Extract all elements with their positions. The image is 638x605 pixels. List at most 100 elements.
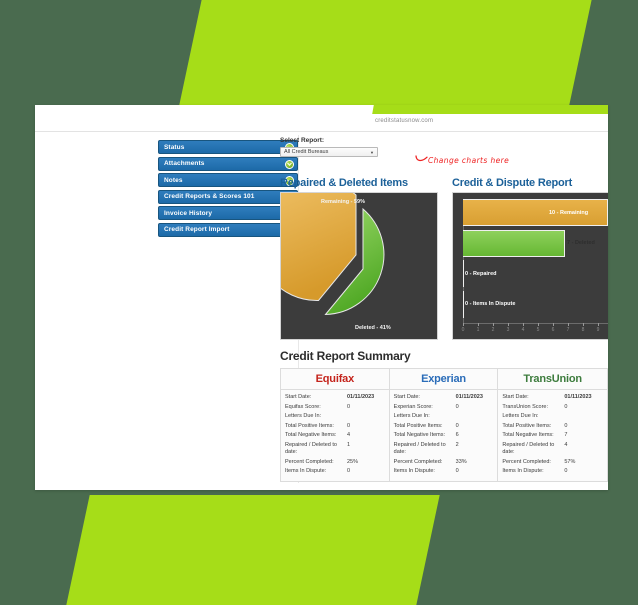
row-value [564, 413, 603, 421]
sidebar-item-credit-reports-and-scores-101[interactable]: Credit Reports & Scores 101 [158, 189, 298, 204]
summary-column-body: Start Date: 01/11/2023 TransUnion Score:… [498, 390, 607, 481]
row-value: 0 [455, 422, 459, 429]
table-row: Total Negative Items: 4 [285, 431, 385, 441]
row-value: 57% [564, 458, 576, 465]
row-label: Total Negative Items: [285, 432, 337, 438]
row-label: Letters Due In: [502, 413, 539, 419]
sidebar-item-status[interactable]: Status [158, 140, 298, 154]
bar-row: 10 - Remaining [463, 199, 608, 226]
bar-row: 0 - Repaired [463, 260, 608, 287]
axis-tick [478, 323, 479, 326]
row-label: Items In Dispute: [502, 468, 544, 474]
sidebar-item-label: Notes [164, 176, 183, 184]
axis-tick [463, 323, 464, 326]
sidebar-item-notes[interactable]: Notes [158, 173, 298, 187]
axis-tick-label: 4 [521, 327, 525, 333]
bar-chart-plot: 10 - Remaining 7 - Deleted 0 - Repaired [463, 199, 608, 321]
table-row: Total Positive Items: 0 [502, 422, 603, 432]
chevron-down-icon[interactable]: ▼ [370, 151, 374, 155]
row-label: Repaired / Deleted to date: [393, 441, 446, 456]
axis-tick [538, 323, 539, 326]
row-value: 0 [347, 422, 351, 429]
row-value: 33% [455, 458, 467, 465]
bar-chart-canvas[interactable]: 10 - Remaining 7 - Deleted 0 - Repaired [452, 192, 608, 340]
axis-tick-label: 9 [596, 327, 600, 333]
sidebar-item-invoice-history[interactable]: Invoice History [158, 206, 298, 220]
annotation-text: Change charts here [428, 155, 510, 165]
axis-tick-label: 6 [551, 327, 555, 333]
table-row: Percent Completed: 25% [285, 458, 385, 468]
row-label: Repaired / Deleted to date: [502, 441, 555, 456]
row-label: Percent Completed: [285, 458, 334, 465]
axis-tick [583, 323, 584, 326]
table-row: Percent Completed: 57% [502, 458, 603, 468]
sidebar-item-label: Status [164, 143, 185, 151]
table-row: Start Date: 01/11/2023 [285, 393, 385, 403]
axis-tick-label: 7 [566, 327, 570, 333]
table-row: Letters Due In: [285, 412, 385, 422]
row-value: 2 [455, 441, 459, 448]
row-value: 01/11/2023 [347, 394, 375, 400]
report-select[interactable]: All Credit Bureaus ▼ [280, 147, 378, 157]
column-header-transunion: TransUnion [498, 369, 607, 390]
sidebar-item-label: Invoice History [164, 209, 213, 217]
row-value: 0 [347, 468, 351, 474]
summary-column-equifax: Equifax Start Date: 01/11/2023 Equifax S… [281, 369, 390, 481]
axis-tick [508, 323, 509, 326]
pie-chart-plot [281, 193, 437, 339]
table-row: Total Positive Items: 0 [394, 422, 494, 432]
row-value: 01/11/2023 [455, 394, 483, 400]
summary-column-transunion: TransUnion Start Date: 01/11/2023 TransU… [498, 369, 607, 481]
chart-credit-and-dispute-report: Credit & Dispute Report 10 - Remaining 7… [452, 177, 608, 340]
table-row: Letters Due In: [394, 412, 494, 422]
table-row: Letters Due In: [502, 412, 603, 422]
table-row: Items In Dispute: 0 [394, 467, 494, 477]
table-row: Total Positive Items: 0 [285, 422, 385, 432]
row-label: Start Date: [393, 394, 420, 400]
axis-line [463, 323, 608, 324]
bar-row: 7 - Deleted [463, 229, 608, 257]
axis-tick-label: 5 [536, 327, 540, 333]
sidebar-item-attachments[interactable]: Attachments [158, 156, 298, 171]
row-value: 0 [564, 422, 568, 429]
row-value: 4 [564, 441, 568, 448]
brand-accent-bar [372, 105, 608, 114]
table-row: Percent Completed: 33% [394, 458, 494, 468]
chart-title: Credit & Dispute Report [452, 177, 573, 189]
url-text: creditstatusnow.com [375, 118, 434, 124]
table-row: TransUnion Score: 0 [502, 403, 603, 413]
pie-chart-canvas[interactable]: Remaining - 59% Deleted - 41% [280, 192, 438, 340]
summary-column-experian: Experian Start Date: 01/11/2023 Experian… [389, 369, 499, 481]
annotation-change-charts-here: Change charts here [415, 151, 509, 169]
axis-tick [493, 323, 494, 326]
bar-label-repaired: 0 - Repaired [465, 270, 497, 277]
bar-label-items-in-dispute: 0 - Items In Dispute [465, 301, 516, 307]
row-value: 0 [455, 468, 459, 474]
axis-tick [568, 323, 569, 326]
row-label: Total Positive Items: [285, 422, 334, 429]
app-window: creditstatusnow.com Status Attachments N… [35, 105, 608, 490]
row-value [347, 413, 385, 421]
bar-fill-items-in-dispute [463, 290, 464, 318]
row-value: 4 [347, 432, 351, 438]
row-value: 6 [455, 432, 459, 438]
sidebar-item-credit-report-import[interactable]: Credit Report Import [158, 222, 298, 237]
row-label: Equifax Score: [285, 403, 321, 410]
select-report-label: Select Report: [280, 137, 325, 144]
bar-label-deleted: 7 - Deleted [567, 240, 595, 246]
row-value: 7 [564, 432, 568, 438]
row-label: Repaired / Deleted to date: [285, 441, 337, 456]
row-value: 0 [564, 403, 568, 410]
header-divider [35, 131, 608, 132]
credit-report-summary: Credit Report Summary Equifax Start Date… [280, 349, 608, 482]
chart-row: Repaired & Deleted Items Remaining - 59%… [280, 177, 608, 340]
axis-tick-label: 3 [506, 327, 510, 333]
bar-row: 0 - Items In Dispute [463, 290, 608, 318]
table-row: Start Date: 01/11/2023 [502, 393, 603, 403]
row-label: Start Date: [285, 394, 312, 400]
chevron-down-icon[interactable] [284, 159, 294, 169]
sidebar-item-label: Credit Report Import [164, 226, 230, 233]
chart-title: Repaired & Deleted Items [280, 177, 408, 189]
table-row: Start Date: 01/11/2023 [394, 393, 494, 403]
bar-chart-x-axis: 0 1 2 3 4 5 6 7 8 9 [462, 323, 608, 337]
